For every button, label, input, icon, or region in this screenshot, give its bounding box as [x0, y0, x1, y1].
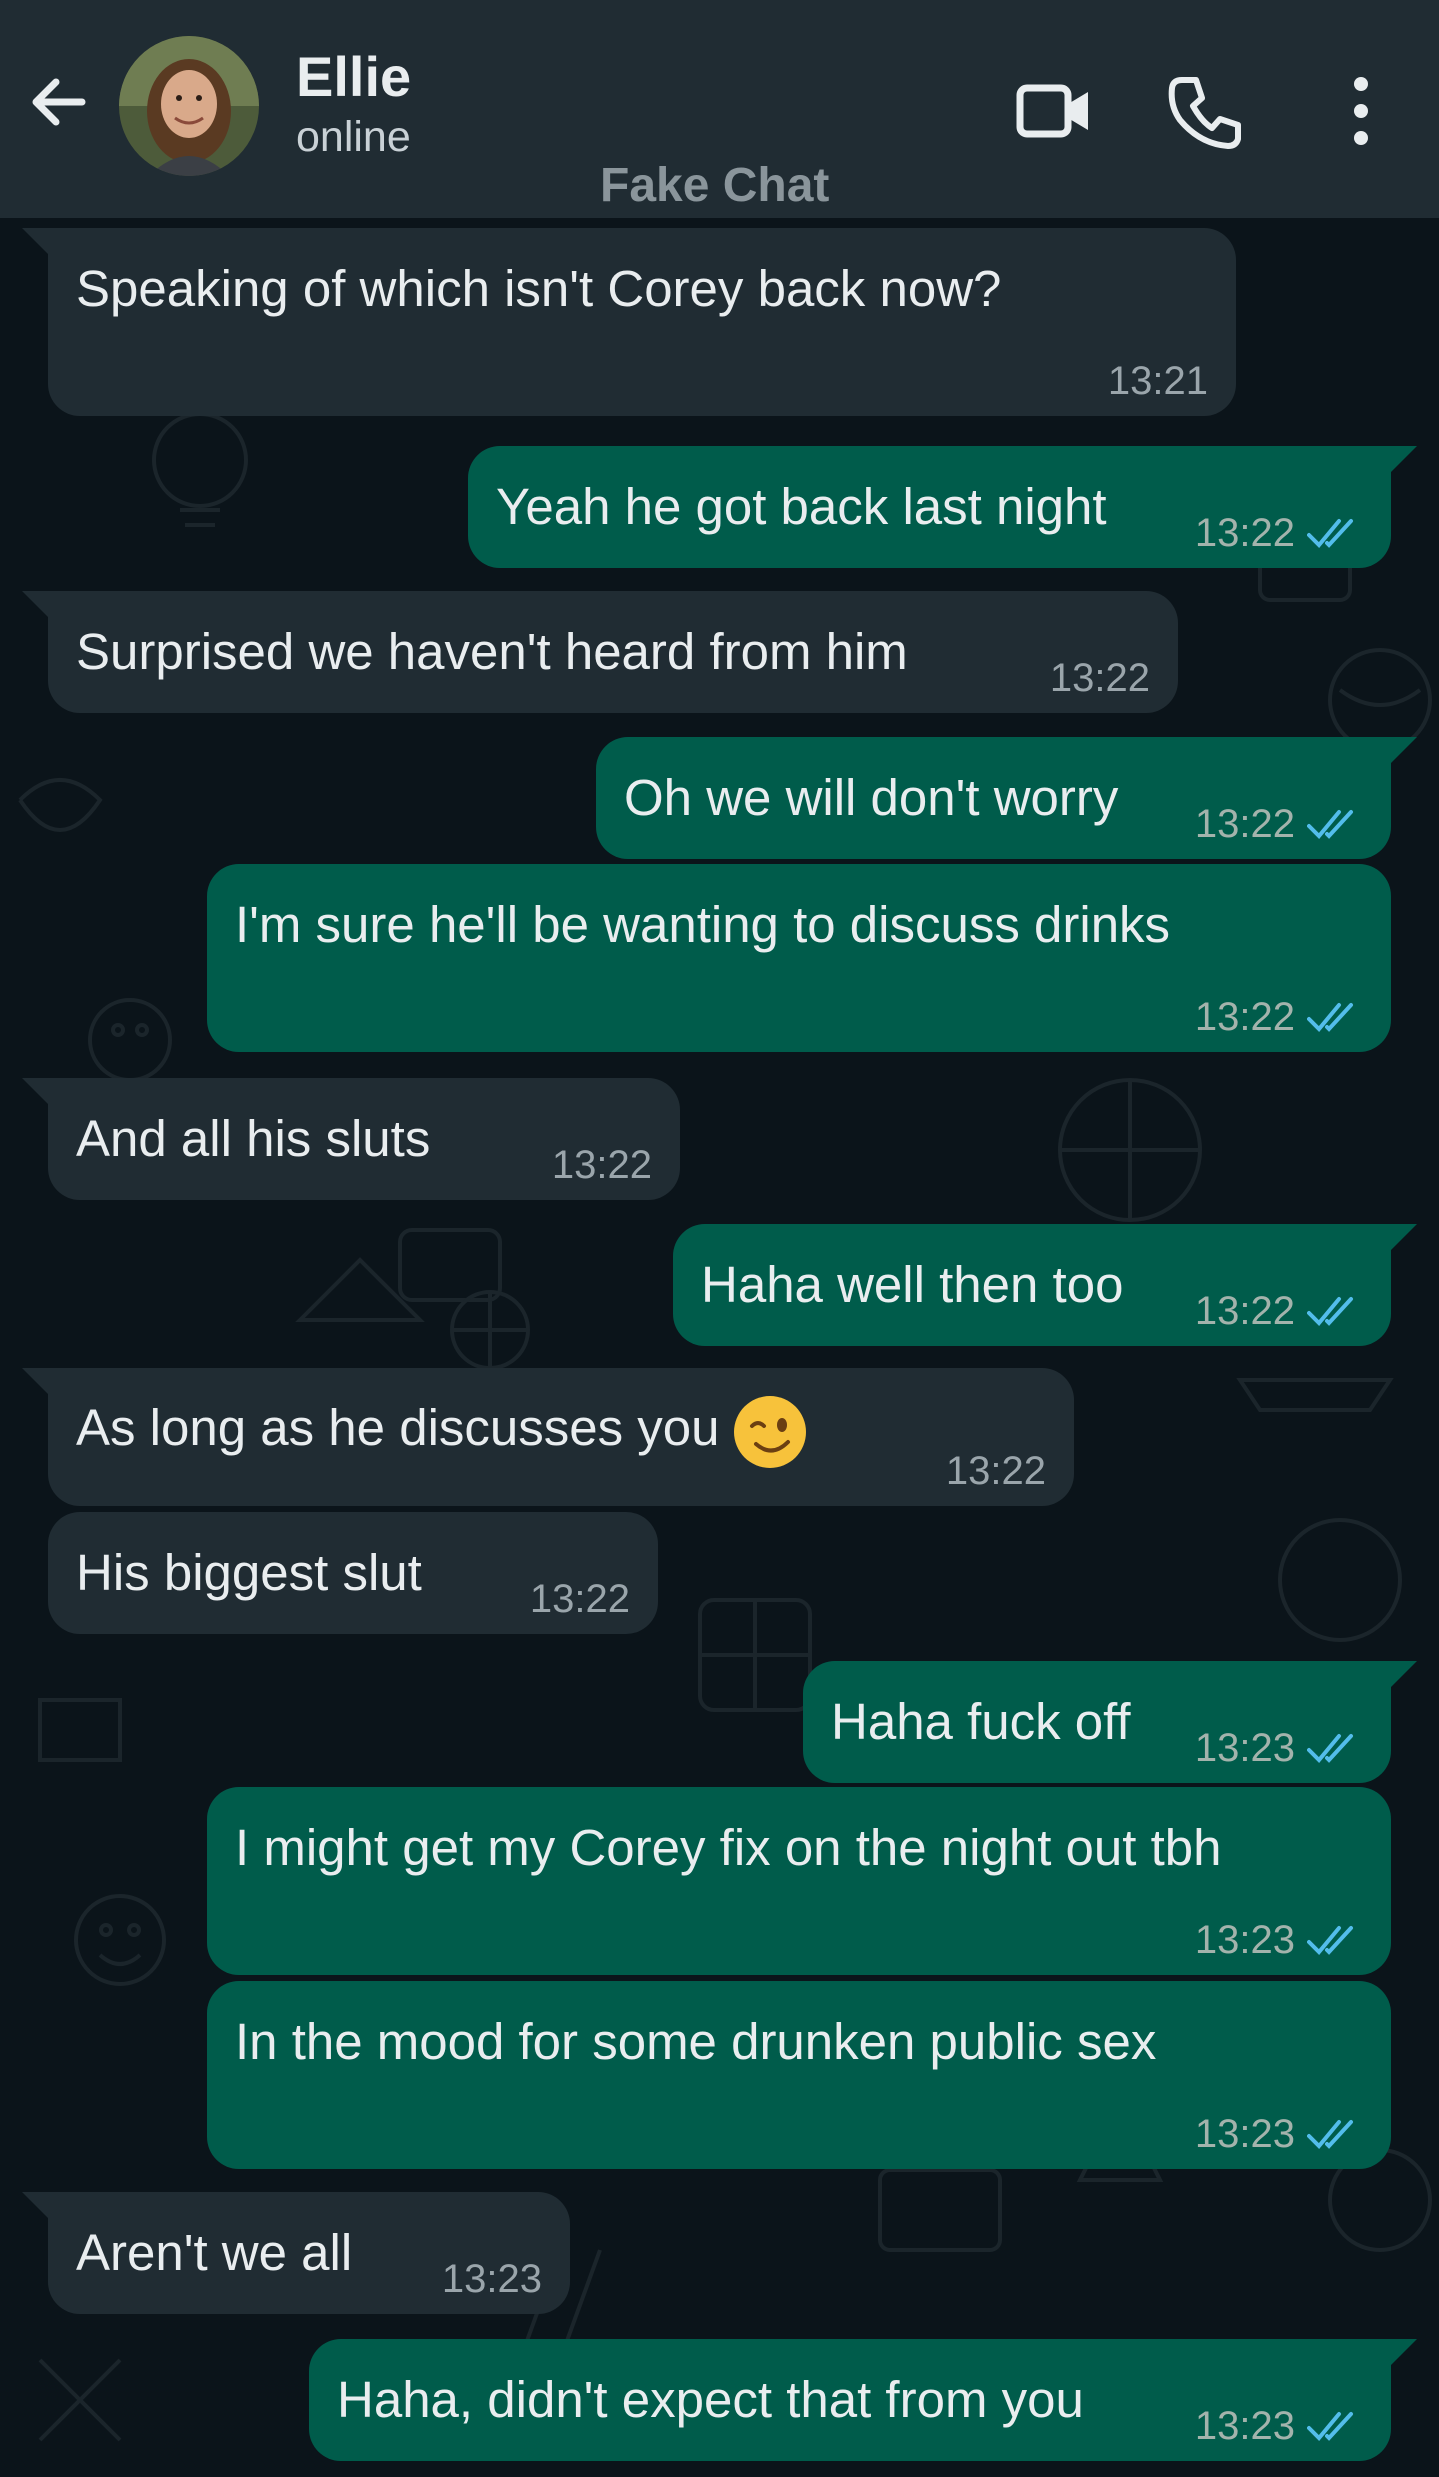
phone-icon[interactable]: [1160, 66, 1250, 156]
message-meta: 13:23: [1195, 1918, 1363, 1963]
message-outgoing[interactable]: Yeah he got back last night 13:22: [468, 446, 1417, 568]
message-time: 13:23: [1194, 1918, 1295, 1962]
message-time: 13:22: [1194, 995, 1295, 1039]
message-meta: 13:22: [1050, 656, 1150, 701]
bubble-tail: [22, 591, 48, 617]
bubble-tail: [1391, 737, 1417, 763]
message-incoming[interactable]: Surprised we haven't heard from him 13:2…: [22, 591, 1178, 713]
message-outgoing[interactable]: Haha fuck off 13:23: [803, 1661, 1417, 1783]
bubble-tail: [22, 1078, 48, 1104]
bubble-tail: [22, 228, 48, 254]
message-text-content: As long as he discusses you: [76, 1399, 720, 1456]
video-call-icon[interactable]: [1008, 66, 1098, 156]
read-ticks-icon: [1307, 1733, 1353, 1763]
bubble-tail: [22, 2192, 48, 2218]
message-outgoing[interactable]: Oh we will don't worry 13:22: [596, 737, 1417, 859]
message-time: 13:22: [1194, 511, 1295, 555]
message-outgoing[interactable]: I might get my Corey fix on the night ou…: [207, 1787, 1391, 1975]
message-time: 13:22: [551, 1143, 652, 1187]
message-meta: 13:22: [1195, 511, 1363, 556]
read-ticks-icon: [1307, 2119, 1353, 2149]
message-meta: 13:22: [1195, 1289, 1363, 1334]
message-time: 13:22: [1049, 656, 1150, 700]
read-ticks-icon: [1307, 1002, 1353, 1032]
message-meta: 13:23: [442, 2257, 542, 2302]
message-text: In the mood for some drunken public sex: [235, 2013, 1157, 2070]
message-time: 13:23: [1194, 2112, 1295, 2156]
contact-name[interactable]: Ellie: [296, 44, 411, 109]
message-meta: 13:22: [530, 1577, 630, 1622]
message-meta: 13:22: [1195, 995, 1363, 1040]
message-incoming[interactable]: His biggest slut 13:22: [48, 1512, 658, 1634]
message-meta: 13:23: [1195, 2112, 1363, 2157]
read-ticks-icon: [1307, 1925, 1353, 1955]
message-time: 13:22: [1194, 1289, 1295, 1333]
message-incoming[interactable]: As long as he discusses you 13:22: [22, 1368, 1074, 1506]
message-text: I might get my Corey fix on the night ou…: [235, 1819, 1222, 1876]
message-incoming[interactable]: And all his sluts 13:22: [22, 1078, 680, 1200]
message-outgoing[interactable]: I'm sure he'll be wanting to discuss dri…: [207, 864, 1391, 1052]
message-meta: 13:21: [1108, 359, 1208, 404]
message-text: Surprised we haven't heard from him: [76, 623, 908, 680]
message-meta: 13:22: [946, 1449, 1046, 1494]
chat-header: Ellie online Fake Chat: [0, 0, 1439, 218]
winking-face-emoji-icon: [733, 1395, 806, 1468]
bubble-tail: [1391, 1661, 1417, 1687]
message-time: 13:22: [945, 1449, 1046, 1493]
message-incoming[interactable]: Aren't we all 13:23: [22, 2192, 570, 2314]
read-ticks-icon: [1307, 1296, 1353, 1326]
bubble-tail: [1391, 446, 1417, 472]
message-outgoing[interactable]: In the mood for some drunken public sex …: [207, 1981, 1391, 2169]
message-outgoing[interactable]: Haha, didn't expect that from you 13:23: [309, 2339, 1417, 2461]
message-text: As long as he discusses you: [76, 1390, 1046, 1470]
bubble-tail: [1391, 1224, 1417, 1250]
bubble-tail: [1391, 2339, 1417, 2365]
message-text: Speaking of which isn't Corey back now?: [76, 260, 1002, 317]
message-outgoing[interactable]: Haha well then too 13:22: [673, 1224, 1417, 1346]
message-meta: 13:23: [1195, 1726, 1363, 1771]
contact-avatar[interactable]: [119, 36, 259, 176]
message-meta: 13:22: [552, 1143, 652, 1188]
read-ticks-icon: [1307, 518, 1353, 548]
message-text: I'm sure he'll be wanting to discuss dri…: [235, 896, 1171, 953]
message-time: 13:23: [441, 2257, 542, 2301]
read-ticks-icon: [1307, 809, 1353, 839]
message-time: 13:23: [1194, 2404, 1295, 2448]
bubble-tail: [22, 1368, 48, 1394]
message-time: 13:22: [529, 1577, 630, 1621]
read-ticks-icon: [1307, 2411, 1353, 2441]
message-incoming[interactable]: Speaking of which isn't Corey back now? …: [22, 228, 1236, 416]
avatar-photo: [119, 36, 259, 176]
watermark-text: Fake Chat: [600, 159, 830, 212]
message-meta: 13:23: [1195, 2404, 1363, 2449]
message-time: 13:22: [1194, 802, 1295, 846]
back-arrow-icon[interactable]: [22, 66, 94, 138]
message-list[interactable]: Speaking of which isn't Corey back now? …: [0, 218, 1439, 2477]
more-vert-icon[interactable]: [1316, 66, 1406, 156]
message-time: 13:23: [1194, 1726, 1295, 1770]
message-time: 13:21: [1107, 359, 1208, 403]
message-meta: 13:22: [1195, 802, 1363, 847]
contact-status: online: [296, 113, 411, 161]
